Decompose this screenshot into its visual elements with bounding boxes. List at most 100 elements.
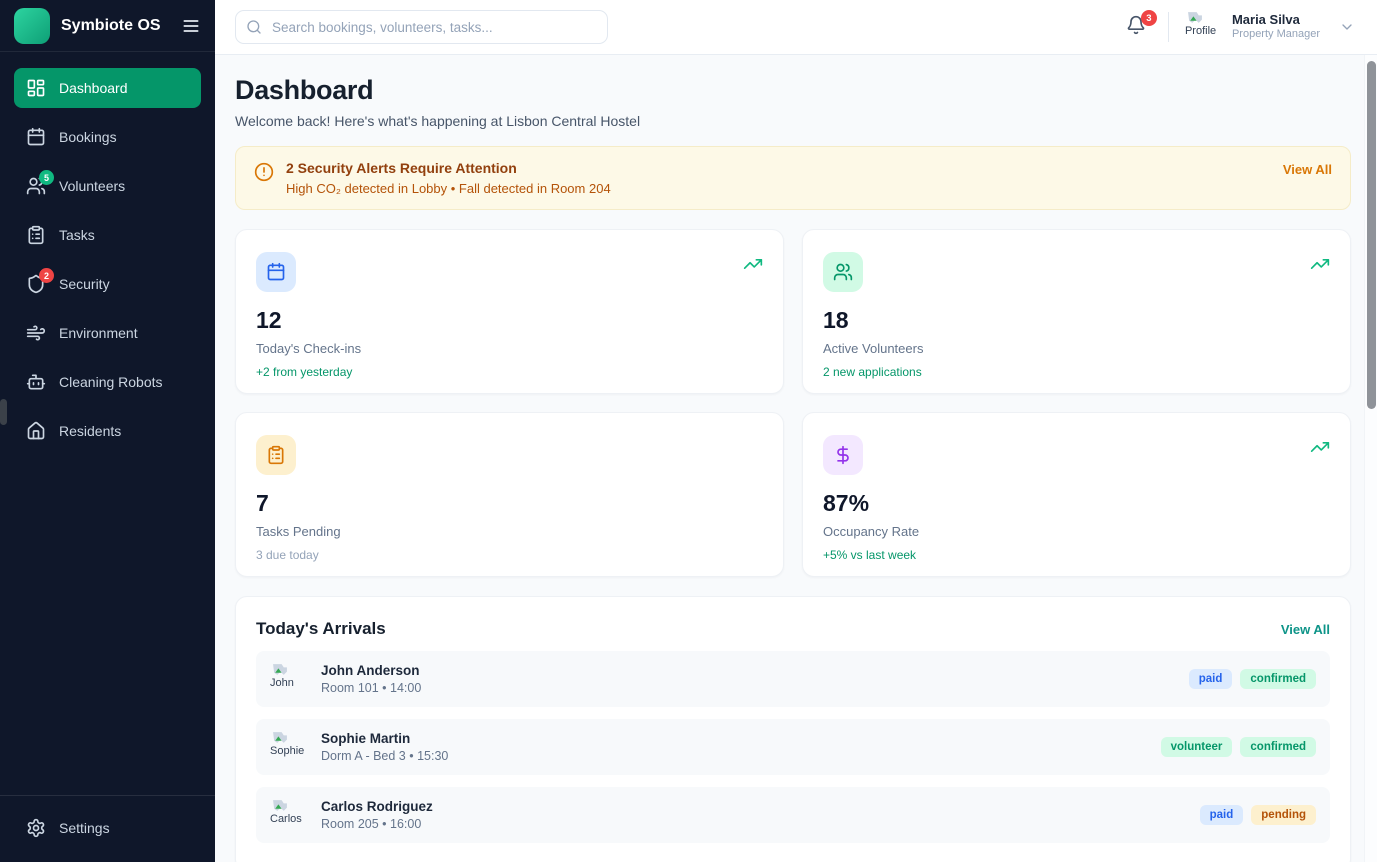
sidebar-item-label: Settings	[59, 820, 110, 836]
trending-up-icon	[1310, 254, 1330, 274]
avatar: Sophie	[270, 729, 308, 765]
search-icon	[247, 20, 261, 34]
page-subtitle: Welcome back! Here's what's happening at…	[235, 113, 641, 129]
users-icon	[823, 252, 863, 292]
guest-name: Sophie Martin	[321, 731, 411, 746]
avatar: John	[270, 661, 308, 697]
stat-card-occupancy: 87% Occupancy Rate +5% vs last week	[802, 412, 1351, 577]
notification-count-badge: 3	[1140, 10, 1157, 26]
alert-view-all-link[interactable]: View All	[1283, 162, 1332, 177]
arrival-row[interactable]: Carlos Carlos Rodriguez Room 205 • 16:00…	[256, 787, 1330, 843]
avatar: Carlos	[270, 797, 308, 833]
guest-detail: Room 205 • 16:00	[321, 817, 422, 831]
status-badge: confirmed	[1240, 669, 1316, 689]
sidebar-item-label: Cleaning Robots	[59, 374, 163, 390]
stat-subtext: +5% vs last week	[823, 548, 917, 562]
profile-role: Property Manager	[1231, 28, 1320, 41]
sidebar-item-tasks[interactable]: Tasks	[14, 215, 201, 255]
stat-label: Tasks Pending	[256, 524, 341, 539]
sidebar-nav: Dashboard Bookings 5 Volunteers Tasks 2 …	[0, 52, 215, 795]
main-area: 3 Profile Maria Silva Property Manager	[215, 0, 1377, 862]
sidebar-item-label: Bookings	[59, 129, 117, 145]
sidebar-item-label: Dashboard	[59, 80, 128, 96]
calendar-icon	[256, 252, 296, 292]
arrivals-title: Today's Arrivals	[256, 619, 386, 638]
alert-detail: High CO₂ detected in Lobby • Fall detect…	[286, 181, 611, 196]
broken-image-icon	[273, 732, 287, 743]
sidebar-footer: Settings	[0, 795, 215, 862]
sidebar-item-label: Volunteers	[59, 178, 126, 194]
stat-subtext: 2 new applications	[823, 365, 922, 379]
alert-circle-icon	[254, 162, 274, 182]
guest-detail: Room 101 • 14:00	[321, 681, 422, 695]
topbar-divider	[1167, 12, 1169, 42]
app-window: Symbiote OS Dashboard Bookings 5 Volunte…	[0, 0, 1377, 862]
clipboard-icon	[256, 435, 296, 475]
notifications-button[interactable]: 3	[1126, 10, 1157, 39]
stat-card-tasks: 7 Tasks Pending 3 due today	[235, 412, 784, 577]
users-icon: 5	[26, 170, 54, 196]
app-title: Symbiote OS	[61, 16, 161, 34]
chevron-down-icon	[1339, 19, 1355, 35]
home-icon	[26, 421, 46, 441]
alert-text: 2 Security Alerts Require Attention High…	[286, 160, 1271, 196]
calendar-icon	[26, 127, 46, 147]
status-badge: volunteer	[1160, 737, 1233, 757]
avatar-alt-text: Sophie	[270, 745, 305, 757]
gear-icon	[26, 818, 46, 838]
sidebar-item-security[interactable]: 2 Security	[14, 264, 201, 304]
stat-value: 18	[823, 307, 849, 333]
sidebar-item-cleaning-robots[interactable]: Cleaning Robots	[14, 362, 201, 402]
avatar-alt-text: Carlos	[270, 813, 302, 825]
sidebar-item-label: Environment	[59, 325, 138, 341]
sidebar-item-environment[interactable]: Environment	[14, 313, 201, 353]
stat-value: 87%	[823, 490, 870, 516]
dashboard-content: Dashboard Welcome back! Here's what's ha…	[215, 55, 1377, 862]
sidebar-item-label: Residents	[59, 423, 122, 439]
sidebar-item-residents[interactable]: Residents	[14, 411, 201, 451]
scrollbar-thumb[interactable]	[1367, 61, 1376, 409]
guest-name: Carlos Rodriguez	[321, 799, 433, 814]
status-badge: confirmed	[1240, 737, 1316, 757]
scrollbar[interactable]	[1364, 55, 1377, 862]
guest-detail: Dorm A - Bed 3 • 15:30	[321, 749, 449, 763]
dollar-icon	[823, 435, 863, 475]
page-title: Dashboard	[235, 75, 374, 105]
sidebar-item-bookings[interactable]: Bookings	[14, 117, 201, 157]
robot-icon	[26, 372, 46, 392]
avatar-alt-text: John	[270, 677, 294, 689]
sidebar-item-settings[interactable]: Settings	[14, 808, 201, 848]
hamburger-menu-icon[interactable]	[181, 16, 201, 36]
guest-name: John Anderson	[321, 663, 420, 678]
status-badge: paid	[1199, 805, 1244, 825]
stat-card-volunteers: 18 Active Volunteers 2 new applications	[802, 229, 1351, 394]
status-badge: pending	[1251, 805, 1316, 825]
arrival-row[interactable]: Sophie Sophie Martin Dorm A - Bed 3 • 15…	[256, 719, 1330, 775]
left-edge-scroll-handle[interactable]	[0, 399, 7, 425]
trending-up-icon	[1310, 437, 1330, 457]
profile-name: Maria Silva	[1231, 12, 1300, 27]
profile-meta: Maria Silva Property Manager	[1232, 12, 1320, 42]
arrivals-view-all-link[interactable]: View All	[1281, 622, 1330, 637]
search-input[interactable]	[235, 10, 608, 44]
profile-menu[interactable]: Profile Maria Silva Property Manager	[1185, 9, 1355, 45]
stat-subtext: +2 from yesterday	[256, 365, 353, 379]
stat-label: Today's Check-ins	[256, 341, 362, 356]
shield-icon: 2	[26, 268, 54, 294]
sidebar-item-dashboard[interactable]: Dashboard	[14, 68, 201, 108]
app-logo	[14, 7, 50, 44]
stat-subtext: 3 due today	[256, 548, 319, 562]
sidebar-item-volunteers[interactable]: 5 Volunteers	[14, 166, 201, 206]
alert-title: 2 Security Alerts Require Attention	[286, 160, 517, 176]
stat-label: Active Volunteers	[823, 341, 924, 356]
stat-label: Occupancy Rate	[823, 524, 920, 539]
brand-header: Symbiote OS	[0, 0, 215, 52]
arrival-row[interactable]: John John Anderson Room 101 • 14:00 paid…	[256, 651, 1330, 707]
stat-card-checkins: 12 Today's Check-ins +2 from yesterday	[235, 229, 784, 394]
wind-icon	[26, 323, 46, 343]
search-container	[235, 10, 608, 44]
top-bar: 3 Profile Maria Silva Property Manager	[215, 0, 1377, 55]
trending-up-icon	[743, 254, 763, 274]
sidebar-item-label: Security	[59, 276, 110, 292]
broken-image-icon	[273, 800, 287, 811]
